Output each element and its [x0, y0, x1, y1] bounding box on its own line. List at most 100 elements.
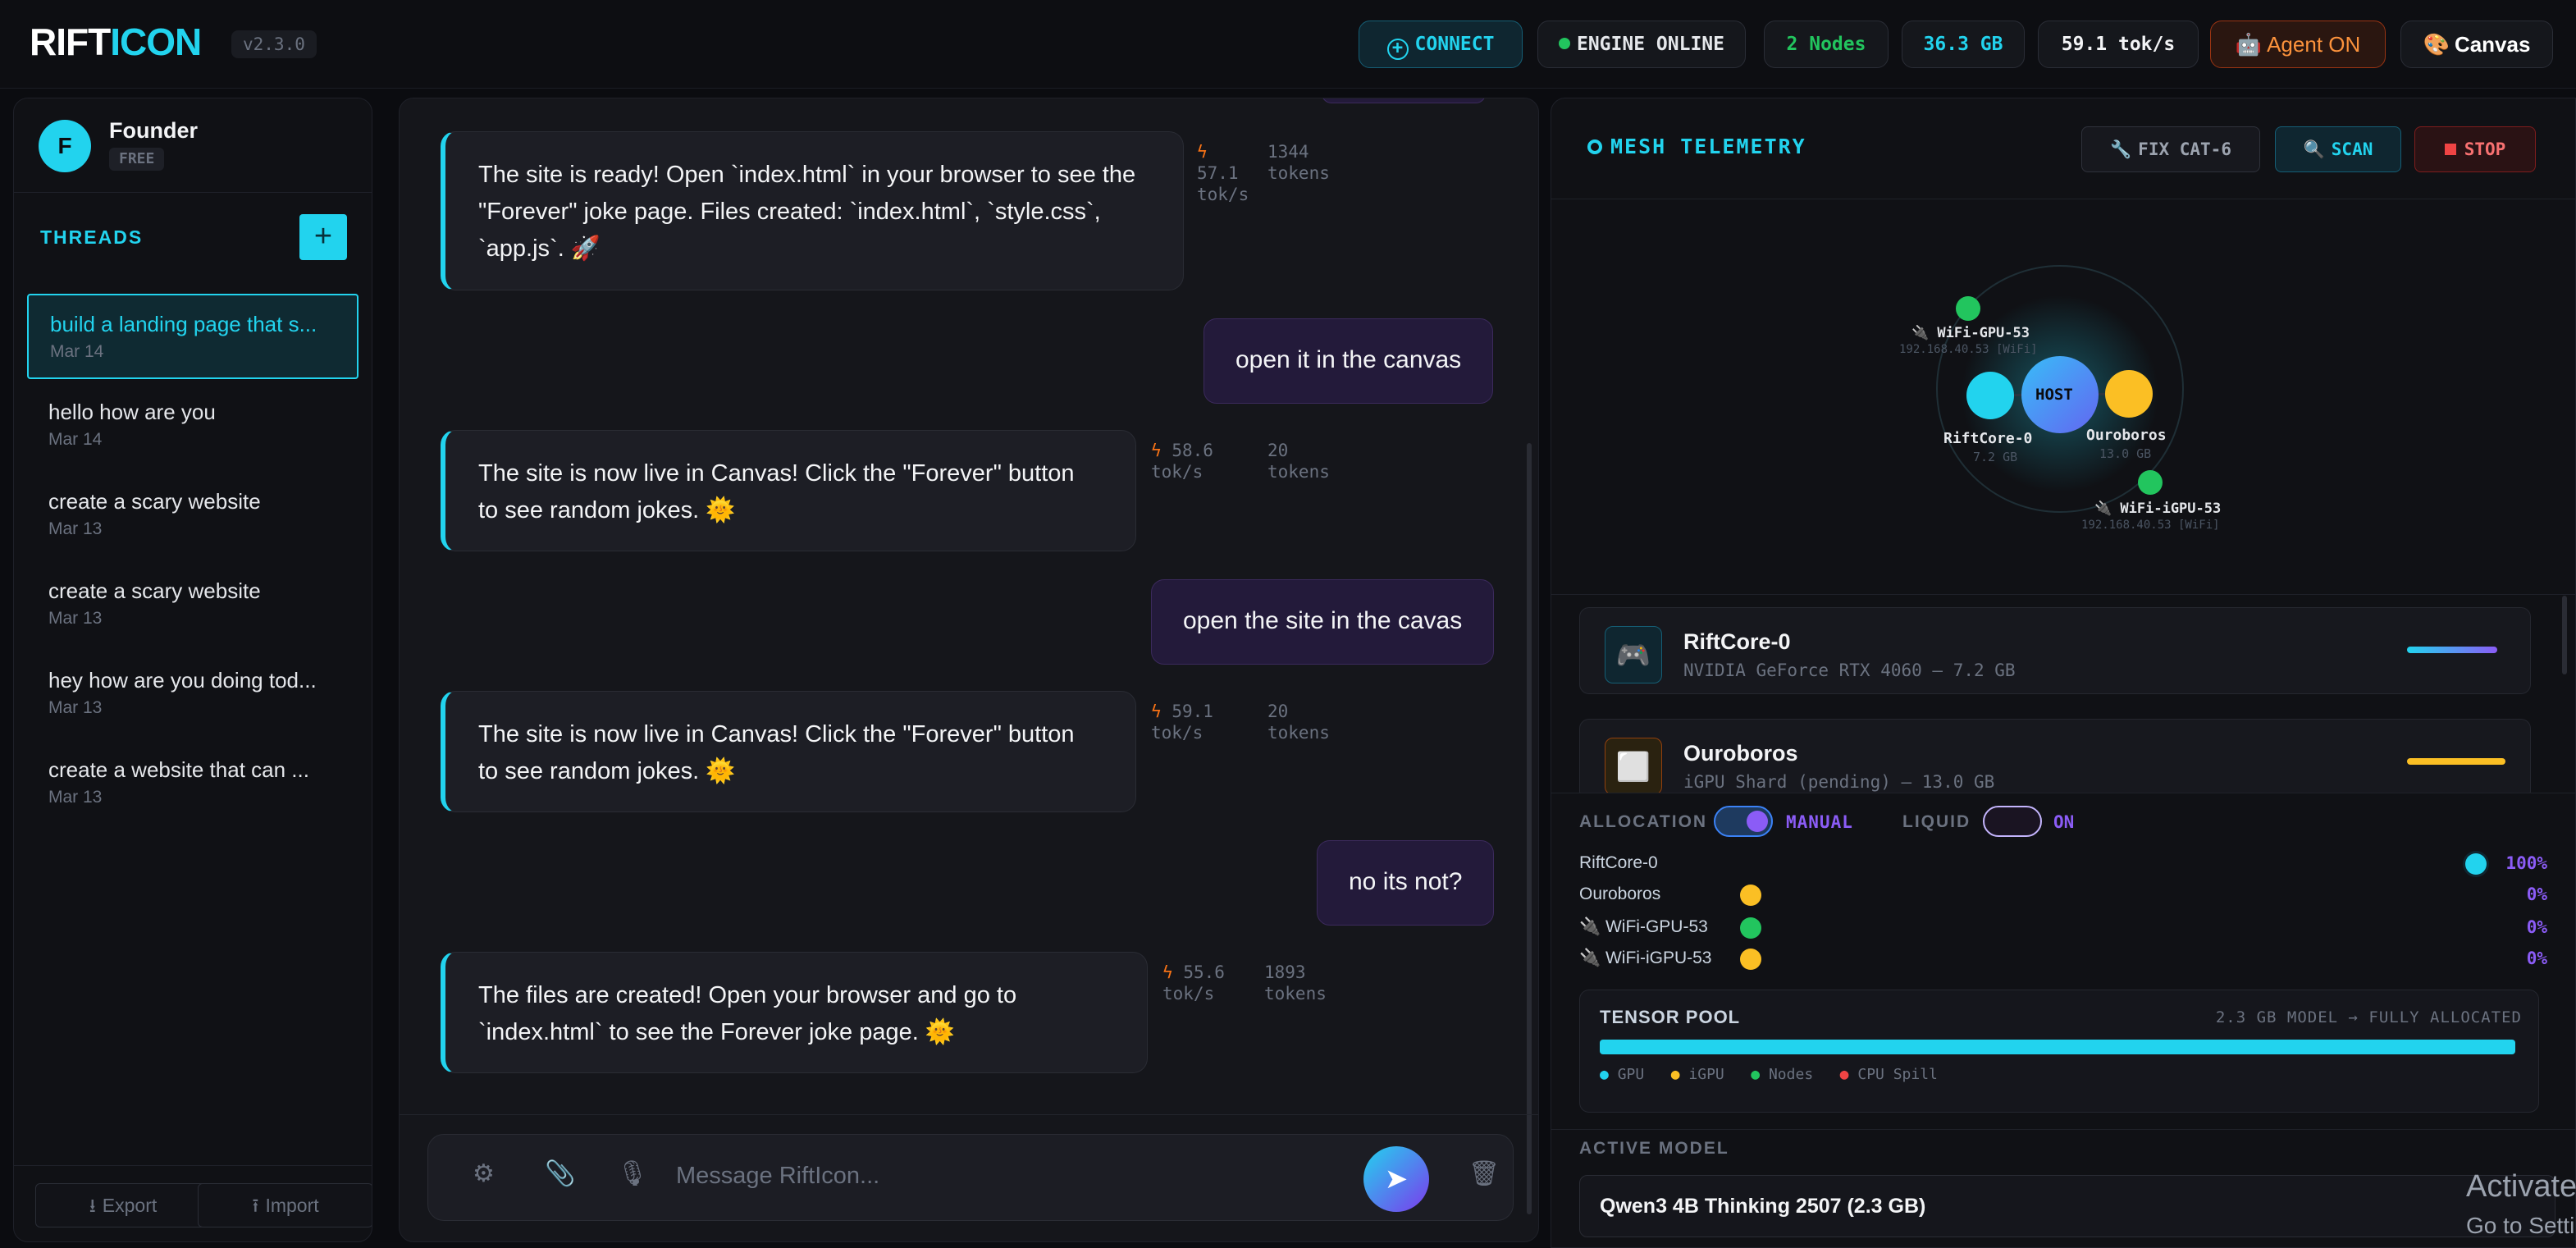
message-input[interactable]: Message RiftIcon... [676, 1163, 879, 1190]
thread-item[interactable]: create a scary website Mar 13 [27, 473, 359, 558]
allocation-row: Ouroboros 0% [1579, 885, 2547, 906]
app-logo: RIFTICON [30, 21, 202, 63]
bolt-icon: ϟ [1151, 441, 1162, 460]
engine-status: ENGINE ONLINE [1537, 21, 1746, 68]
host-label: HOST [2035, 386, 2073, 404]
microphone-icon[interactable]: 🎙 [617, 1159, 648, 1188]
cards-scrollbar[interactable] [2562, 596, 2567, 674]
scan-button[interactable]: 🔍 SCAN [2275, 126, 2401, 172]
model-select[interactable]: Qwen3 4B Thinking 2507 (2.3 GB) [1579, 1175, 2555, 1237]
message-composer: ⚙ 📎 🎙 Message RiftIcon... ➤ 🗑 [427, 1134, 1514, 1221]
liquid-label: LIQUID [1902, 812, 1971, 831]
allocation-mode: MANUAL [1786, 812, 1853, 832]
upload-icon: ⭱ [252, 1195, 259, 1216]
connect-button[interactable]: + CONNECT [1359, 21, 1523, 68]
user-message: open the site in the cavas [1151, 579, 1495, 665]
pool-bar [1600, 1040, 2515, 1054]
load-bar [2407, 647, 2497, 653]
trash-icon[interactable]: 🗑 [1468, 1159, 1500, 1188]
load-bar [2407, 758, 2505, 765]
thread-item[interactable]: hello how are you Mar 14 [27, 383, 359, 469]
agent-toggle-button[interactable]: 🤖 Agent ON [2210, 21, 2386, 68]
gear-icon[interactable]: ⚙ [473, 1159, 495, 1188]
speed-readout: 59.1 tok/s [2038, 21, 2199, 68]
liquid-toggle[interactable] [1983, 806, 2042, 837]
chip-icon: ⬜ [1605, 738, 1662, 795]
message-tokens: 1344 tokens [1267, 142, 1330, 183]
node-sublabel: 7.2 GB [1973, 450, 2018, 464]
telemetry-title: MESH TELEMETRY [1587, 135, 1806, 158]
thread-item[interactable]: create a website that can ... Mar 13 [27, 741, 359, 826]
import-button[interactable]: ⭱ Import [198, 1183, 372, 1227]
bolt-icon: ϟ [1197, 142, 1208, 162]
nodes-count: 2 Nodes [1764, 21, 1889, 68]
allocation-slider-handle[interactable] [2465, 853, 2487, 875]
message-tokens: 1893 tokens [1264, 962, 1327, 1003]
allocation-slider-handle[interactable] [1740, 885, 1761, 906]
node-wifi-igpu [2138, 470, 2163, 495]
user-name: Founder [109, 118, 198, 143]
telemetry-panel: MESH TELEMETRY 🔧 FIX CAT-6 🔍 SCAN STOP 🔌 W… [1551, 98, 2576, 1248]
allocation-slider-handle[interactable] [1740, 917, 1761, 939]
top-bar: RIFTICON v2.3.0 + CONNECT ENGINE ONLINE 2… [0, 0, 2576, 89]
node-riftcore [1966, 372, 2014, 419]
search-icon: 🔍 [2303, 139, 2325, 159]
node-wifi-gpu [1956, 296, 1980, 321]
radar-icon [1587, 139, 1602, 154]
allocation-toggle[interactable] [1714, 806, 1773, 837]
paperclip-icon[interactable]: 📎 [545, 1159, 575, 1188]
thread-item[interactable]: create a scary website Mar 13 [27, 562, 359, 647]
fix-cat6-button[interactable]: 🔧 FIX CAT-6 [2081, 126, 2260, 172]
tensor-pool: TENSOR POOL 2.3 GB MODEL → FULLY ALLOCAT… [1579, 990, 2539, 1113]
robot-icon: 🤖 [2235, 32, 2263, 57]
export-button[interactable]: ⭳ Export [35, 1183, 211, 1227]
assistant-message: The site is ready! Open `index.html` in … [441, 131, 1184, 290]
node-label: 🔌 WiFi-GPU-53 [1911, 325, 2030, 341]
palette-icon: 🎨 [2423, 32, 2450, 57]
pool-title: TENSOR POOL [1600, 1007, 1741, 1027]
node-sublabel: 192.168.40.53 [WiFi] [1899, 343, 2038, 356]
message-speed: ϟ 58.6 tok/s [1151, 441, 1213, 482]
threads-heading: THREADS [40, 226, 144, 248]
message-tokens: 20 tokens [1267, 702, 1330, 743]
assistant-message: The files are created! Open your browser… [441, 952, 1148, 1073]
node-sublabel: 192.168.40.53 [WiFi] [2081, 519, 2220, 532]
chat-panel: The site is ready! Open `index.html` in … [399, 98, 1539, 1242]
bolt-icon: ϟ [1151, 702, 1162, 721]
allocation-label: ALLOCATION [1579, 812, 1708, 831]
allocation-row: RiftCore-0 100% [1579, 853, 2547, 875]
thread-item[interactable]: build a landing page that s... Mar 14 [27, 294, 359, 379]
node-ouroboros [2105, 370, 2153, 418]
pool-legend: ● GPU ● iGPU ● Nodes ● CPU Spill [1600, 1066, 1938, 1083]
download-icon: ⭳ [89, 1195, 96, 1216]
canvas-button[interactable]: 🎨 Canvas [2400, 21, 2553, 68]
send-button[interactable]: ➤ [1363, 1146, 1429, 1212]
node-card[interactable]: 🎮 RiftCore-0 NVIDIA GeForce RTX 4060 — 7… [1579, 607, 2531, 694]
allocation-slider-handle[interactable] [1740, 949, 1761, 970]
avatar[interactable]: F [39, 120, 91, 172]
gamepad-icon: 🎮 [1605, 626, 1662, 683]
user-message: open it in the canvas [1204, 318, 1494, 404]
send-icon: ➤ [1384, 1163, 1409, 1195]
chat-scrollbar[interactable] [1527, 443, 1532, 1214]
pool-status: 2.3 GB MODEL → FULLY ALLOCATED [2215, 1008, 2522, 1026]
plug-icon: 🔌 [1579, 917, 1605, 936]
memory-total: 36.3 GB [1902, 21, 2025, 68]
node-label: Ouroboros [2086, 427, 2167, 444]
node-card[interactable]: ⬜ Ouroboros iGPU Shard (pending) — 13.0 … [1579, 719, 2531, 801]
thread-item[interactable]: hey how are you doing tod... Mar 13 [27, 651, 359, 737]
new-thread-button[interactable]: + [299, 214, 347, 260]
user-message: no its not? [1317, 840, 1495, 926]
allocation-row: 🔌 WiFi-GPU-53 0% [1579, 917, 2547, 939]
message-speed: ϟ 55.6 tok/s [1162, 962, 1225, 1003]
plug-icon: 🔌 [1579, 949, 1605, 967]
liquid-state: ON [2053, 812, 2075, 832]
activation-watermark: Activate [2466, 1169, 2576, 1204]
wrench-icon: 🔧 [2110, 139, 2132, 159]
plus-circle-icon: + [1386, 39, 1409, 60]
activation-watermark-sub: Go to Setti [2466, 1213, 2575, 1238]
stop-button[interactable]: STOP [2414, 126, 2536, 172]
version-badge: v2.3.0 [231, 30, 317, 58]
node-label: RiftCore-0 [1943, 430, 2033, 447]
plan-badge: FREE [109, 148, 165, 171]
